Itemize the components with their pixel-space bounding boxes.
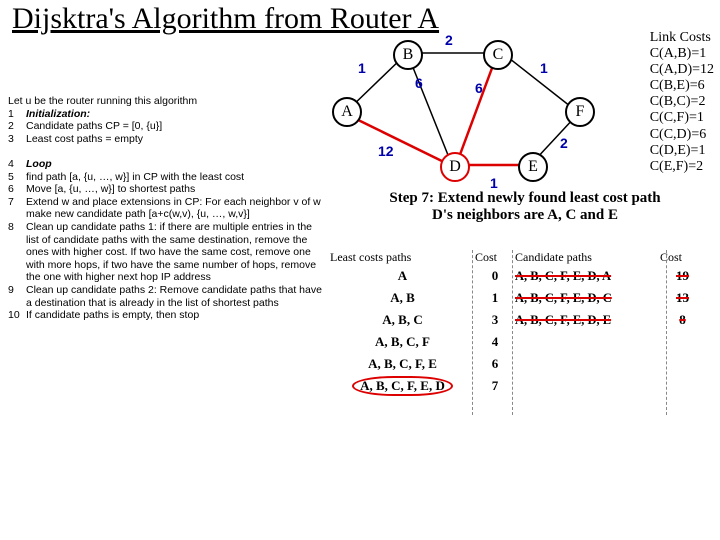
weight-cd: 6 bbox=[475, 80, 483, 96]
algo-line: 3Least cost paths = empty bbox=[8, 133, 323, 146]
weight-bc: 2 bbox=[445, 32, 453, 48]
link-cost-item: C(A,D)=12 bbox=[650, 62, 714, 78]
node-d: D bbox=[440, 152, 470, 182]
page-title: Dijsktra's Algorithm from Router A bbox=[12, 2, 439, 36]
algo-line: 1Initialization: bbox=[8, 108, 323, 121]
link-costs-header: Link Costs bbox=[650, 30, 714, 46]
step-description: Step 7: Extend newly found least cost pa… bbox=[355, 190, 695, 224]
algo-line: 9Clean up candidate paths 2: Remove cand… bbox=[8, 284, 323, 309]
weight-be: 6 bbox=[415, 75, 423, 91]
header-least-paths: Least costs paths bbox=[330, 250, 475, 265]
header-candidate: Candidate paths bbox=[515, 250, 660, 265]
algo-line: 4Loop bbox=[8, 158, 323, 171]
link-costs-panel: Link Costs C(A,B)=1 C(A,D)=12 C(B,E)=6 C… bbox=[650, 30, 714, 175]
link-cost-item: C(A,B)=1 bbox=[650, 46, 714, 62]
algo-line: 6Move [a, {u, …, w}] to shortest paths bbox=[8, 183, 323, 196]
header-cost-left: Cost bbox=[475, 250, 515, 265]
link-cost-item: C(D,E)=1 bbox=[650, 143, 714, 159]
paths-tables: Least costs paths Cost Candidate paths C… bbox=[330, 250, 710, 397]
divider bbox=[472, 250, 473, 415]
weight-ab: 1 bbox=[358, 60, 366, 76]
link-cost-item: C(E,F)=2 bbox=[650, 159, 714, 175]
algorithm-listing: Let u be the router running this algorit… bbox=[8, 95, 323, 322]
algo-line: 7Extend w and place extensions in CP: Fo… bbox=[8, 196, 323, 221]
weight-ad: 12 bbox=[378, 143, 394, 159]
table-row: A, B, C, F, E, D7 bbox=[330, 375, 710, 397]
table-row: A, B, C, F, E6 bbox=[330, 353, 710, 375]
weight-ef: 2 bbox=[560, 135, 568, 151]
table-row: A, B1A, B, C, F, E, D, C13 bbox=[330, 287, 710, 309]
divider bbox=[666, 250, 667, 415]
link-cost-item: C(C,F)=1 bbox=[650, 110, 714, 126]
algo-line: 2Candidate paths CP = [0, {u}] bbox=[8, 120, 323, 133]
table-row: A, B, C, F4 bbox=[330, 331, 710, 353]
node-c: C bbox=[483, 40, 513, 70]
node-b: B bbox=[393, 40, 423, 70]
divider bbox=[512, 250, 513, 415]
algo-line: 5find path [a, {u, …, w}] in CP with the… bbox=[8, 171, 323, 184]
algo-line bbox=[8, 145, 323, 158]
table-row: A0A, B, C, F, E, D, A19 bbox=[330, 265, 710, 287]
network-graph: A B C D E F 1 12 2 6 6 1 1 2 bbox=[330, 35, 620, 185]
node-f: F bbox=[565, 97, 595, 127]
step-line1: Step 7: Extend newly found least cost pa… bbox=[355, 190, 695, 207]
table-row: A, B, C3A, B, C, F, E, D, E8 bbox=[330, 309, 710, 331]
algo-line: 10If candidate paths is empty, then stop bbox=[8, 309, 323, 322]
link-cost-item: C(C,D)=6 bbox=[650, 127, 714, 143]
algo-line: 8Clean up candidate paths 1: if there ar… bbox=[8, 221, 323, 284]
link-cost-item: C(B,C)=2 bbox=[650, 94, 714, 110]
weight-cf: 1 bbox=[540, 60, 548, 76]
link-cost-item: C(B,E)=6 bbox=[650, 78, 714, 94]
weight-de: 1 bbox=[490, 175, 498, 191]
node-a: A bbox=[332, 97, 362, 127]
step-line2: D's neighbors are A, C and E bbox=[355, 207, 695, 224]
node-e: E bbox=[518, 152, 548, 182]
algo-intro: Let u be the router running this algorit… bbox=[8, 95, 323, 108]
